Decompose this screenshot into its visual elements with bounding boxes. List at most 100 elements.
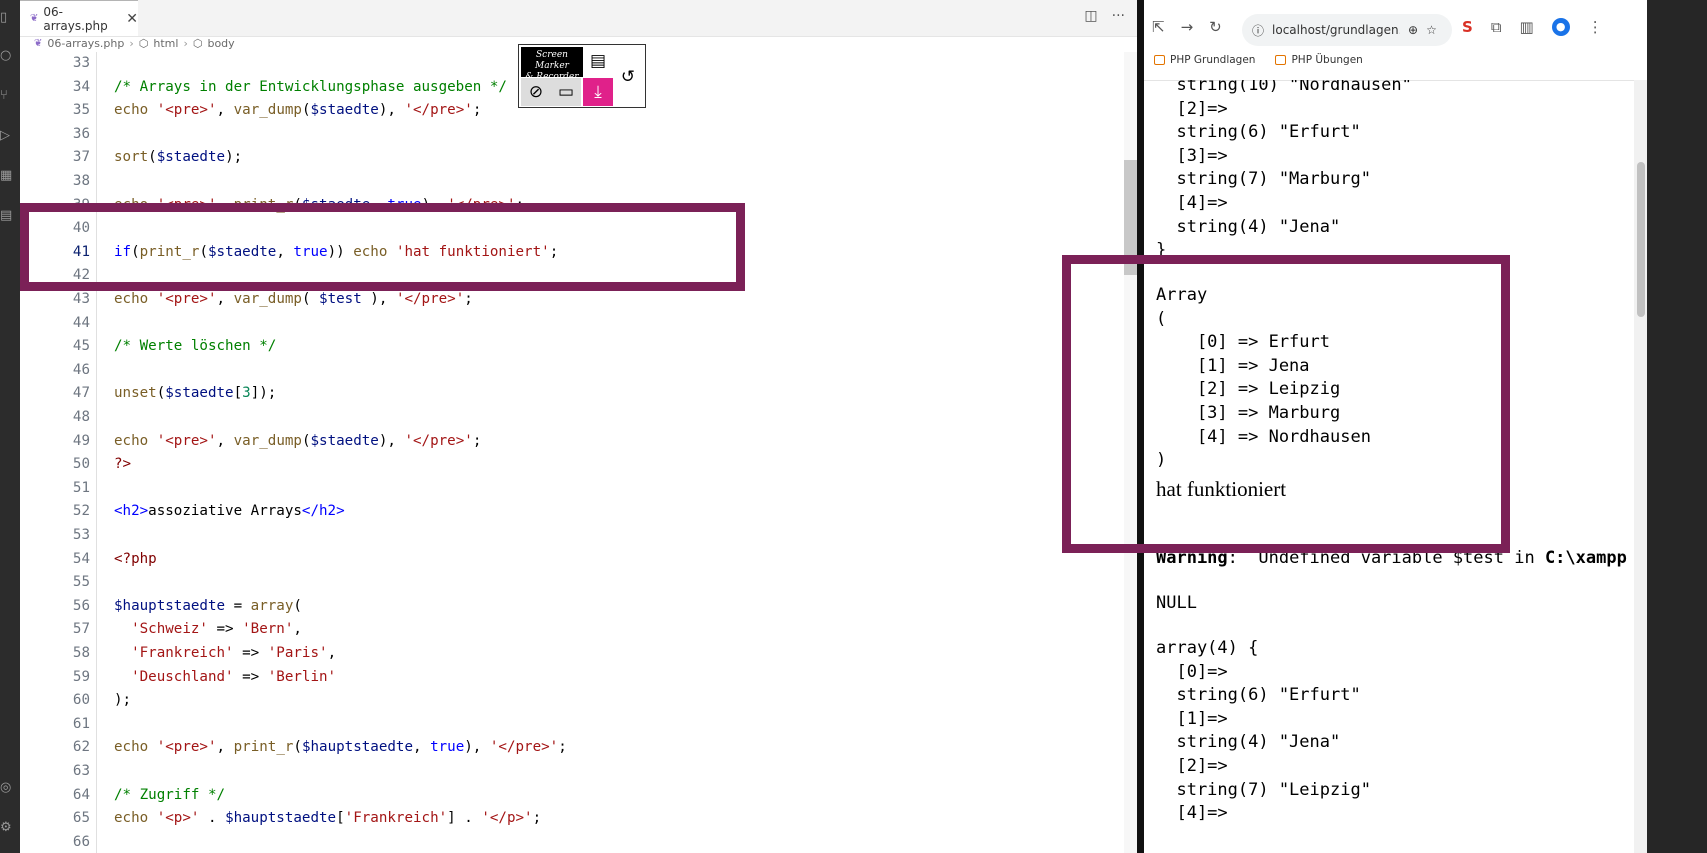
line-number: 35 <box>72 102 90 119</box>
extension-icon[interactable]: S <box>1462 18 1473 36</box>
output-line: string(7) "Marburg" <box>1156 169 1371 190</box>
output-line: [2]=> <box>1156 756 1228 776</box>
line-number: 52 <box>72 503 90 520</box>
address-bar[interactable]: ⓘ localhost/grundlagen... ⊕ ☆ <box>1242 14 1452 46</box>
line-number: 38 <box>72 173 90 189</box>
output-line: string(4) "Jena" <box>1156 732 1341 753</box>
code-line[interactable]: echo '<pre>', var_dump( $test ), '</pre>… <box>114 288 473 312</box>
more-actions-icon[interactable]: ··· <box>1112 8 1125 24</box>
code-line[interactable]: 'Frankreich' => 'Paris', <box>114 642 336 666</box>
settings-gear-icon[interactable]: ⚙ <box>0 820 20 836</box>
code-line[interactable]: unset($staedte[3]); <box>114 382 276 406</box>
extensions-puzzle-icon[interactable]: ⧉ <box>1491 18 1502 36</box>
line-number: 36 <box>72 125 90 142</box>
undo-icon[interactable]: ↺ <box>613 63 643 91</box>
files-icon[interactable]: ▯ <box>0 10 20 26</box>
bookmark-star-icon[interactable]: ☆ <box>1426 23 1437 37</box>
breadcrumb-item[interactable]: 06-arrays.php <box>47 37 124 50</box>
extensions-icon[interactable]: ▦ <box>0 168 20 184</box>
chevron-right-icon: › <box>183 36 188 50</box>
editor-tab-label: 06-arrays.php <box>43 4 108 33</box>
code-line[interactable]: echo '<pre>', print_r($hauptstaedte, tru… <box>114 736 567 760</box>
breadcrumb-item[interactable]: body <box>207 37 234 50</box>
zoom-icon[interactable]: ⊕ <box>1408 23 1418 37</box>
line-number: 46 <box>72 361 90 378</box>
source-control-icon[interactable]: ⑂ <box>0 88 20 104</box>
output-line: [0]=> <box>1156 661 1228 682</box>
line-number: 62 <box>72 739 90 756</box>
line-number: 48 <box>72 409 90 425</box>
output-line: string(6) "Erfurt" <box>1156 685 1361 706</box>
code-line[interactable]: echo '<p>' . $hauptstaedte['Frankreich']… <box>114 807 541 831</box>
output-line: string(6) "Erfurt" <box>1156 122 1361 143</box>
editor-tab-bar: ❦ 06-arrays.php ✕ ◫ ··· <box>20 0 1137 37</box>
site-info-icon[interactable]: ⓘ <box>1252 22 1264 39</box>
logo-text: Screen Marker <box>535 50 569 71</box>
output-line: [4]=> <box>1156 193 1228 213</box>
code-line[interactable]: /* Arrays in der Entwicklungsphase ausge… <box>114 76 507 100</box>
line-number: 61 <box>72 715 90 732</box>
line-number: 65 <box>72 810 90 827</box>
bookmark-item[interactable]: PHP Übungen <box>1275 54 1363 66</box>
tag-icon: ⬡ <box>192 36 203 50</box>
code-line[interactable]: /* Werte löschen */ <box>114 335 276 359</box>
line-number: 50 <box>72 456 90 473</box>
hide-icon[interactable]: ⊘ <box>521 78 551 106</box>
bookmark-label: PHP Grundlagen <box>1170 54 1256 66</box>
page-scrollbar-thumb[interactable] <box>1637 162 1645 317</box>
split-editor-icon[interactable]: ◫ <box>1084 8 1097 24</box>
folder-icon <box>1275 55 1287 65</box>
code-editor[interactable]: ❦ 06-arrays.php ✕ ◫ ··· ❦ 06-arrays.php … <box>20 0 1137 853</box>
side-panel-icon[interactable]: ▥ <box>1520 18 1534 36</box>
php-file-icon: ❦ <box>34 37 43 49</box>
desktop-background <box>1647 0 1707 853</box>
code-line[interactable]: sort($staedte); <box>114 146 242 170</box>
output-line: [1]=> <box>1156 708 1228 729</box>
reload-icon[interactable]: ↻ <box>1209 18 1222 36</box>
warning-path: C:\xampp <box>1544 548 1627 569</box>
line-number: 34 <box>72 78 90 95</box>
line-number: 44 <box>72 314 90 331</box>
monitor-icon[interactable]: ▭ <box>551 78 581 106</box>
breadcrumb: ❦ 06-arrays.php › ⬡ html › ⬡ body <box>34 34 235 52</box>
browser-nav: ⇱ → ↻ <box>1152 18 1222 36</box>
output-line: string(7) "Leipzig" <box>1156 779 1371 800</box>
code-line[interactable]: ); <box>114 689 131 713</box>
code-area[interactable]: /* Arrays in der Entwicklungsphase ausge… <box>114 52 1114 853</box>
editor-actions: ◫ ··· <box>1084 8 1125 24</box>
highlight-frame-output <box>1062 255 1510 553</box>
code-line[interactable]: ?> <box>114 453 131 477</box>
forward-icon[interactable]: → <box>1181 18 1194 36</box>
account-icon[interactable]: ◎ <box>0 780 20 796</box>
notes-icon[interactable]: ▤ <box>583 47 613 75</box>
browser-toolbar: ⇱ → ↻ ⓘ localhost/grundlagen... ⊕ ☆ S ⧉ … <box>1144 0 1647 81</box>
run-debug-icon[interactable]: ▷ <box>0 128 20 144</box>
code-line[interactable]: $hauptstaedte = array( <box>114 595 302 619</box>
menu-dots-icon[interactable]: ⋮ <box>1588 18 1603 36</box>
line-number: 57 <box>72 621 90 638</box>
breadcrumb-item[interactable]: html <box>153 37 178 50</box>
code-line[interactable]: echo '<pre>', var_dump($staedte), '</pre… <box>114 430 481 454</box>
code-line[interactable]: echo '<pre>', var_dump($staedte), '</pre… <box>114 99 481 123</box>
line-number: 56 <box>72 597 90 614</box>
screen-marker-logo: Screen Marker & Recorder <box>521 47 583 82</box>
line-number: 59 <box>72 668 90 685</box>
remote-icon[interactable]: ▤ <box>0 208 20 224</box>
code-line[interactable]: 'Schweiz' => 'Bern', <box>114 618 302 642</box>
search-icon[interactable]: ○ <box>0 48 20 64</box>
gutter-divider <box>96 52 97 853</box>
download-icon[interactable]: ⤓ <box>583 78 613 106</box>
close-icon[interactable]: ✕ <box>126 11 138 27</box>
output-line: string(4) "Jena" <box>1156 216 1341 237</box>
url-text[interactable]: localhost/grundlagen... <box>1272 23 1400 37</box>
line-number: 63 <box>72 763 90 779</box>
line-number: 45 <box>72 338 90 355</box>
line-number: 43 <box>72 291 90 307</box>
code-line[interactable]: <?php <box>114 548 157 572</box>
profile-avatar[interactable]: ● <box>1551 18 1570 36</box>
code-line[interactable]: 'Deuschland' => 'Berlin' <box>114 666 336 690</box>
bookmark-item[interactable]: PHP Grundlagen <box>1154 54 1255 66</box>
code-line[interactable]: /* Zugriff */ <box>114 784 225 808</box>
code-line[interactable]: <h2>assoziative Arrays</h2> <box>114 500 345 524</box>
editor-tab[interactable]: ❦ 06-arrays.php ✕ <box>20 0 138 36</box>
